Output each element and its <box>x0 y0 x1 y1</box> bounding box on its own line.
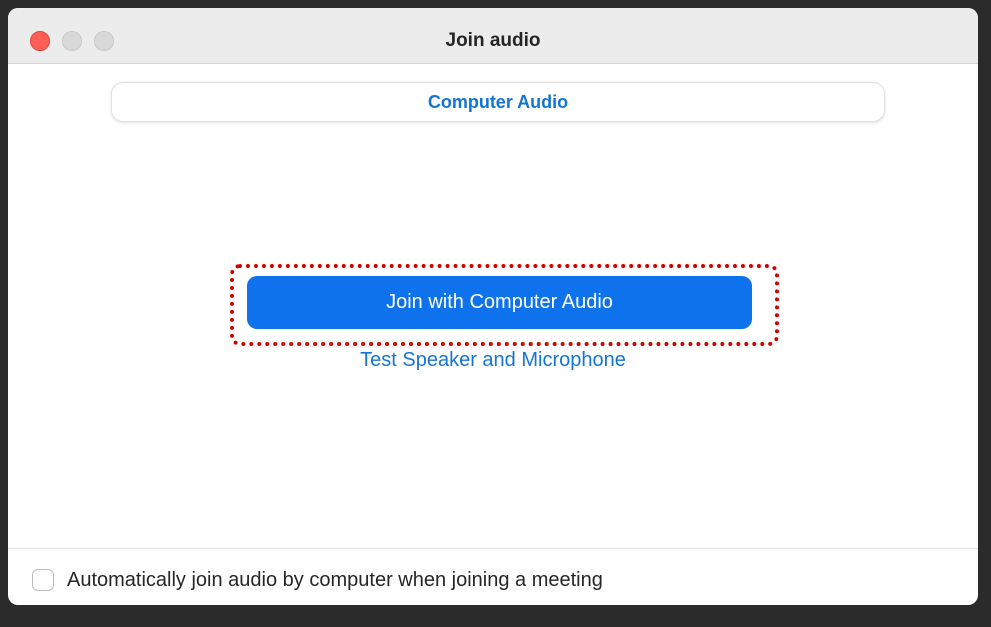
title-bar[interactable]: Join audio <box>8 8 978 64</box>
auto-join-row: Automatically join audio by computer whe… <box>32 566 603 594</box>
tab-computer-audio-label: Computer Audio <box>427 91 569 112</box>
test-speaker-microphone-link[interactable]: Test Speaker and Microphone <box>8 349 978 372</box>
join-with-computer-audio-button[interactable]: Join with Computer Audio <box>247 276 752 329</box>
footer-divider <box>8 548 978 549</box>
auto-join-label[interactable]: Automatically join audio by computer whe… <box>67 569 603 592</box>
window-title: Join audio <box>445 30 541 51</box>
join-audio-window: Join audio Computer Audio Join with Comp… <box>8 8 978 605</box>
auto-join-checkbox[interactable] <box>32 569 54 591</box>
tab-computer-audio[interactable]: Computer Audio <box>111 82 885 122</box>
